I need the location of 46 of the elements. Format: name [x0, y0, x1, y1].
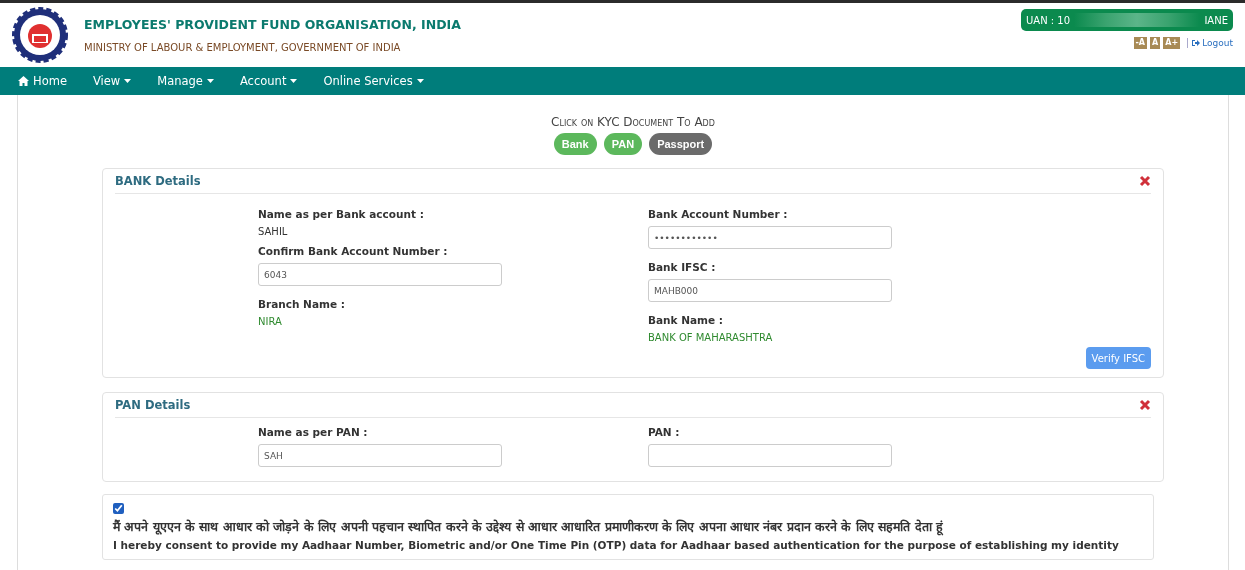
field-value: BANK OF MAHARASHTRA — [648, 332, 774, 343]
nav-item[interactable]: Account — [239, 74, 298, 88]
input-field[interactable]: •••••••••••• — [648, 226, 892, 249]
input-field[interactable]: SAH — [258, 444, 502, 467]
verify-ifsc-button[interactable]: Verify IFSC — [1085, 347, 1151, 369]
uan-label: UAN : 10 — [1026, 14, 1071, 26]
font-size-button[interactable]: A — [1150, 37, 1161, 49]
field-label: Bank IFSC : — [648, 261, 717, 273]
field-value: SAHIL — [258, 226, 289, 237]
field-label: Name as per Bank account : — [258, 208, 425, 220]
caret-icon — [206, 79, 214, 83]
home-icon — [18, 76, 29, 86]
nav-item[interactable]: Home — [18, 74, 67, 88]
caret-icon — [416, 79, 424, 83]
field-label: Name as per PAN : — [258, 426, 369, 438]
caret-icon — [124, 79, 132, 83]
emblem-logo — [12, 7, 68, 63]
field-label: Confirm Bank Account Number : — [258, 245, 449, 257]
site-title: EMPLOYEES' PROVIDENT FUND ORGANISATION, INDIA — [84, 17, 461, 32]
consent-english-text: I hereby consent to provide my Aadhaar Number, Biometric and/or One Time Pin (OTP) data for Aadhaar based authentication for the purpose of establishing my identity — [113, 539, 1120, 551]
input-field[interactable]: 6043 — [258, 263, 502, 286]
field-label: Branch Name : — [258, 298, 346, 310]
field-value: NIRA — [258, 316, 283, 327]
caret-icon — [290, 79, 298, 83]
consent-hindi-text: मैं अपने यूएएन के साथ आधार को जोड़ने के लिए अपनी पहचान स्थापित करने के उद्देश्य से आधार आधारित प्रमाणीकरण के लिए अपना आधार नंबर प्रदान करने के लिए सहमति देता हूं — [113, 518, 944, 535]
logout-link[interactable]: Logout — [1187, 38, 1233, 48]
site-subtitle: MINISTRY OF LABOUR & EMPLOYMENT, GOVERNMENT OF INDIA — [84, 42, 402, 53]
panel-title: PAN Details — [115, 398, 191, 412]
document-button[interactable]: Passport — [649, 133, 713, 155]
nav-item[interactable]: Online Services — [323, 74, 424, 88]
input-field[interactable] — [648, 444, 892, 467]
user-name: IANE — [1204, 14, 1228, 26]
kyc-prompt: Click on KYC Document To Add — [550, 115, 716, 129]
font-size-button[interactable]: -A — [1133, 37, 1148, 49]
consent-checkbox[interactable] — [113, 503, 124, 514]
close-icon[interactable] — [1139, 399, 1151, 411]
field-label: PAN : — [648, 426, 681, 438]
font-size-button[interactable]: A+ — [1163, 37, 1181, 49]
panel-title: BANK Details — [115, 174, 201, 188]
field-label: Bank Account Number : — [648, 208, 789, 220]
close-icon[interactable] — [1139, 175, 1151, 187]
field-label: Bank Name : — [648, 314, 724, 326]
logout-icon — [1192, 39, 1201, 47]
input-field[interactable]: MAHB000 — [648, 279, 892, 302]
nav-item[interactable]: View — [92, 74, 132, 88]
nav-item[interactable]: Manage — [157, 74, 214, 88]
